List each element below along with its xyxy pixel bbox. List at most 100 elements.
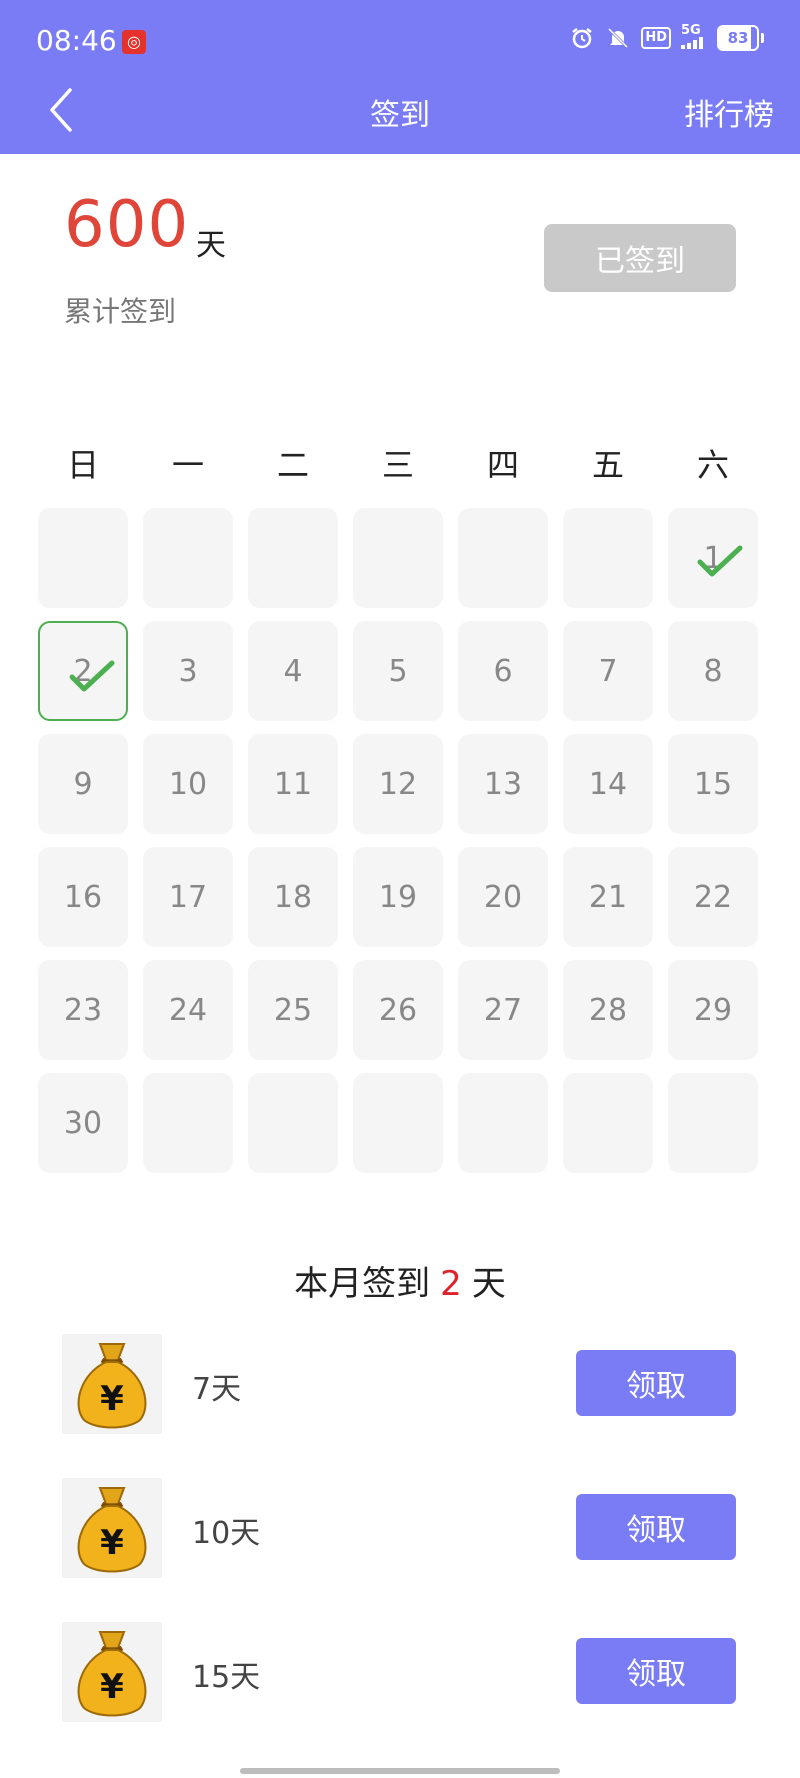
calendar-day-4[interactable]: 4 bbox=[248, 621, 338, 721]
calendar-day-22[interactable]: 22 bbox=[668, 847, 758, 947]
hd-icon: HD bbox=[641, 27, 671, 49]
calendar-day-19[interactable]: 19 bbox=[353, 847, 443, 947]
weekday-header: 日一二三四五六 bbox=[0, 440, 800, 484]
month-signin-count: 本月签到 2 天 bbox=[0, 1256, 800, 1305]
calendar-day-7[interactable]: 7 bbox=[563, 621, 653, 721]
calendar-day-29[interactable]: 29 bbox=[668, 960, 758, 1060]
money-bag-icon: ¥ bbox=[62, 1478, 162, 1578]
check-icon bbox=[69, 660, 115, 692]
calendar-day-21[interactable]: 21 bbox=[563, 847, 653, 947]
calendar-day-number: 7 bbox=[598, 653, 618, 689]
calendar-day-6[interactable]: 6 bbox=[458, 621, 548, 721]
calendar-day-26[interactable]: 26 bbox=[353, 960, 443, 1060]
weekday-label: 日 bbox=[66, 446, 99, 484]
weekday-label: 一 bbox=[171, 446, 204, 484]
calendar-day-number: 21 bbox=[588, 879, 628, 915]
claim-button[interactable]: 领取 bbox=[576, 1350, 736, 1416]
weekday-label: 二 bbox=[276, 446, 309, 484]
calendar-day-number: 28 bbox=[588, 992, 628, 1028]
month-prefix: 本月签到 bbox=[294, 1264, 431, 1304]
calendar-day-number: 14 bbox=[588, 766, 628, 802]
home-indicator[interactable] bbox=[240, 1768, 560, 1774]
calendar-day-28[interactable]: 28 bbox=[563, 960, 653, 1060]
calendar-day-number: 16 bbox=[63, 879, 103, 915]
calendar-empty-cell bbox=[458, 508, 548, 608]
calendar-day-number: 15 bbox=[693, 766, 733, 802]
status-time: 08:46 bbox=[36, 24, 117, 57]
weekday-label: 四 bbox=[486, 446, 519, 484]
calendar-day-16[interactable]: 16 bbox=[38, 847, 128, 947]
calendar-day-24[interactable]: 24 bbox=[143, 960, 233, 1060]
calendar-day-number: 19 bbox=[378, 879, 418, 915]
calendar-day-2[interactable]: 2 bbox=[38, 621, 128, 721]
calendar-day-20[interactable]: 20 bbox=[458, 847, 548, 947]
signal-icon: 5G bbox=[681, 24, 707, 52]
calendar-day-13[interactable]: 13 bbox=[458, 734, 548, 834]
total-days-unit: 天 bbox=[196, 228, 226, 263]
calendar-day-number: 10 bbox=[168, 766, 208, 802]
calendar-day-number: 17 bbox=[168, 879, 208, 915]
calendar-day-30[interactable]: 30 bbox=[38, 1073, 128, 1173]
top-bar: 08:46 ◎ HD 5G 83 签到 排行榜 bbox=[0, 0, 800, 154]
signed-button[interactable]: 已签到 bbox=[544, 224, 736, 292]
svg-text:¥: ¥ bbox=[100, 1379, 124, 1419]
calendar-day-25[interactable]: 25 bbox=[248, 960, 338, 1060]
calendar-day-number: 12 bbox=[378, 766, 418, 802]
netease-music-icon: ◎ bbox=[122, 30, 146, 54]
calendar-day-number: 11 bbox=[273, 766, 313, 802]
calendar-day-number: 8 bbox=[703, 653, 723, 689]
status-icons: HD 5G 83 bbox=[569, 24, 764, 52]
battery-tip bbox=[761, 33, 764, 43]
calendar-day-18[interactable]: 18 bbox=[248, 847, 338, 947]
svg-text:¥: ¥ bbox=[100, 1523, 124, 1563]
calendar-day-number: 13 bbox=[483, 766, 523, 802]
calendar-day-27[interactable]: 27 bbox=[458, 960, 548, 1060]
calendar-day-number: 9 bbox=[73, 766, 93, 802]
calendar-empty-cell bbox=[248, 508, 338, 608]
calendar-empty-cell bbox=[353, 1073, 443, 1173]
weekday-label: 三 bbox=[381, 446, 414, 484]
calendar-empty-cell bbox=[353, 508, 443, 608]
calendar-day-5[interactable]: 5 bbox=[353, 621, 443, 721]
alarm-icon bbox=[569, 25, 595, 51]
calendar-day-12[interactable]: 12 bbox=[353, 734, 443, 834]
calendar-day-number: 18 bbox=[273, 879, 313, 915]
mute-icon bbox=[605, 25, 631, 51]
calendar-day-number: 4 bbox=[283, 653, 303, 689]
claim-button[interactable]: 领取 bbox=[576, 1638, 736, 1704]
money-bag-icon: ¥ bbox=[62, 1622, 162, 1722]
calendar-empty-cell bbox=[668, 1073, 758, 1173]
weekday-label: 五 bbox=[591, 446, 624, 484]
calendar-day-17[interactable]: 17 bbox=[143, 847, 233, 947]
claim-button[interactable]: 领取 bbox=[576, 1494, 736, 1560]
calendar-day-number: 22 bbox=[693, 879, 733, 915]
calendar-empty-cell bbox=[143, 1073, 233, 1173]
calendar-day-8[interactable]: 8 bbox=[668, 621, 758, 721]
calendar-day-3[interactable]: 3 bbox=[143, 621, 233, 721]
calendar-empty-cell bbox=[458, 1073, 548, 1173]
calendar-day-23[interactable]: 23 bbox=[38, 960, 128, 1060]
calendar-empty-cell bbox=[563, 508, 653, 608]
calendar-day-10[interactable]: 10 bbox=[143, 734, 233, 834]
calendar-day-9[interactable]: 9 bbox=[38, 734, 128, 834]
calendar-day-number: 29 bbox=[693, 992, 733, 1028]
total-days-label: 累计签到 bbox=[64, 295, 177, 328]
calendar-day-14[interactable]: 14 bbox=[563, 734, 653, 834]
reward-days-label: 10天 bbox=[192, 1516, 261, 1551]
month-count: 2 bbox=[440, 1264, 462, 1304]
calendar-day-15[interactable]: 15 bbox=[668, 734, 758, 834]
battery-level: 83 bbox=[727, 29, 749, 47]
check-icon bbox=[697, 545, 743, 577]
calendar-day-number: 6 bbox=[493, 653, 513, 689]
battery-icon: 83 bbox=[717, 25, 759, 51]
calendar-day-1[interactable]: 1 bbox=[668, 508, 758, 608]
leaderboard-link[interactable]: 排行榜 bbox=[684, 90, 774, 134]
month-suffix: 天 bbox=[471, 1264, 506, 1304]
money-bag-icon: ¥ bbox=[62, 1334, 162, 1434]
weekday-label: 六 bbox=[696, 446, 729, 484]
calendar-day-11[interactable]: 11 bbox=[248, 734, 338, 834]
calendar-day-number: 24 bbox=[168, 992, 208, 1028]
calendar-day-number: 20 bbox=[483, 879, 523, 915]
reward-days-label: 15天 bbox=[192, 1660, 261, 1695]
calendar-day-number: 5 bbox=[388, 653, 408, 689]
